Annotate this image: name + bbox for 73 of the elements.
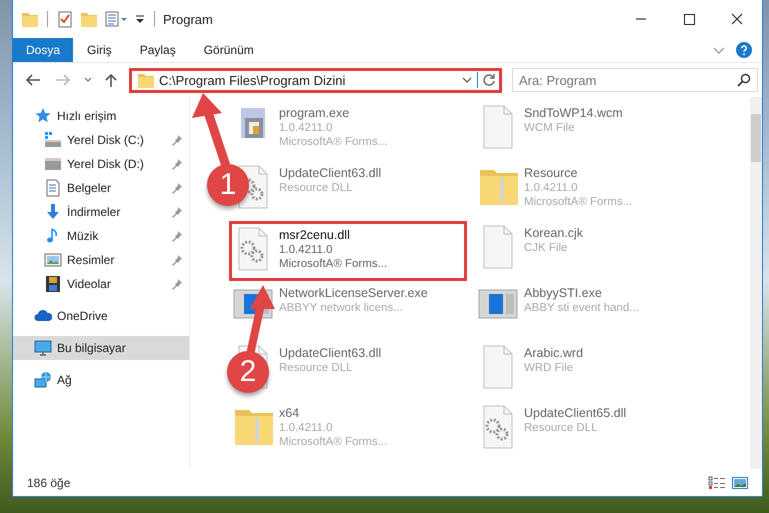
- window-title: Program: [163, 12, 213, 26]
- pin-icon[interactable]: [171, 230, 183, 242]
- file-detail: 1.0.4211.0: [279, 244, 334, 256]
- star-icon: [34, 107, 52, 125]
- pin-icon[interactable]: [171, 254, 183, 266]
- sidebar-item[interactable]: Müzik: [13, 224, 189, 248]
- checklist-icon[interactable]: [56, 10, 74, 28]
- file-detail: MicrosoftA® Forms...: [524, 196, 632, 208]
- down-arrow-icon: [44, 203, 62, 221]
- sidebar-item[interactable]: İndirmeler: [13, 200, 189, 224]
- sidebar-item[interactable]: OneDrive: [13, 304, 189, 328]
- file-detail: MicrosoftA® Forms...: [279, 136, 388, 148]
- file-detail: Resource DLL: [279, 362, 354, 374]
- film-icon: [44, 275, 62, 293]
- picture-icon: [44, 251, 62, 269]
- refresh-icon[interactable]: [477, 72, 497, 88]
- pin-icon[interactable]: [171, 182, 183, 194]
- file-name: msr2cenu.dll: [279, 228, 351, 242]
- file-detail: Resource DLL: [279, 182, 354, 194]
- search-icon[interactable]: [737, 73, 751, 87]
- back-arrow-icon[interactable]: [23, 72, 43, 88]
- file-detail: WRD File: [524, 362, 574, 374]
- file-detail: CJK File: [524, 242, 568, 254]
- file-name: Arabic.wrd: [524, 346, 584, 360]
- file-name: UpdateClient63.dll: [279, 346, 382, 360]
- pin-icon[interactable]: [171, 278, 183, 290]
- file-name: NetworkLicenseServer.exe: [279, 286, 428, 300]
- monitor-icon: [34, 339, 52, 357]
- up-arrow-icon[interactable]: [103, 72, 119, 88]
- pin-icon[interactable]: [171, 206, 183, 218]
- file-name: x64: [279, 406, 300, 420]
- sidebar-item[interactable]: Hızlı erişim: [13, 104, 189, 128]
- file-name: program.exe: [279, 106, 350, 120]
- address-path: C:\Program Files\Program Dizini: [159, 72, 346, 88]
- file-detail: ABBY sti event hand...: [524, 302, 639, 314]
- file-name: Resource: [524, 166, 578, 180]
- scrollbar[interactable]: [750, 97, 762, 469]
- file-name: UpdateClient65.dll: [524, 406, 626, 420]
- drive-icon: [44, 155, 62, 173]
- item-count: 186 öğe: [27, 476, 70, 490]
- sidebar-item[interactable]: Ağ: [13, 368, 189, 392]
- properties-icon[interactable]: [104, 10, 128, 28]
- file-detail: MicrosoftA® Forms...: [279, 436, 388, 448]
- file-menu-button[interactable]: Dosya: [13, 38, 74, 62]
- file-name: UpdateClient63.dll: [279, 166, 382, 180]
- file-item[interactable]: msr2cenu.dll 1.0.4211.0 MicrosoftA® Forms...: [229, 221, 467, 281]
- pin-icon[interactable]: [171, 158, 183, 170]
- sidebar-item[interactable]: Belgeler: [13, 176, 189, 200]
- file-name: SndToWP14.wcm: [524, 106, 623, 120]
- document-icon: [44, 179, 62, 197]
- file-detail: Resource DLL: [524, 422, 599, 434]
- file-detail: 1.0.4211.0: [524, 182, 579, 194]
- drive-icon: [44, 131, 62, 149]
- sidebar-item[interactable]: Resimler: [13, 248, 189, 272]
- help-icon[interactable]: [736, 42, 752, 58]
- search-field[interactable]: Ara: Program: [512, 68, 758, 92]
- details-view-icon[interactable]: [708, 476, 726, 490]
- sidebar-item[interactable]: Videolar: [13, 272, 189, 296]
- file-detail: ABBYY network licens...: [279, 302, 404, 314]
- sidebar-item[interactable]: Yerel Disk (D:): [13, 152, 189, 176]
- pin-icon[interactable]: [171, 134, 183, 146]
- file-detail: 1.0.4211.0: [279, 122, 334, 134]
- file-detail: MicrosoftA® Forms...: [279, 258, 388, 270]
- file-detail: WCM File: [524, 122, 576, 134]
- sidebar-item[interactable]: Bu bilgisayar: [13, 336, 189, 360]
- large-icons-view-icon[interactable]: [732, 476, 748, 490]
- file-name: Korean.cjk: [524, 226, 584, 240]
- sidebar-item[interactable]: Yerel Disk (C:): [13, 128, 189, 152]
- file-name: AbbyySTI.exe: [524, 286, 603, 300]
- network-icon: [34, 371, 52, 389]
- file-detail: 1.0.4211.0: [279, 422, 334, 434]
- address-bar[interactable]: C:\Program Files\Program Dizini: [129, 68, 502, 92]
- folder-icon: [137, 71, 155, 89]
